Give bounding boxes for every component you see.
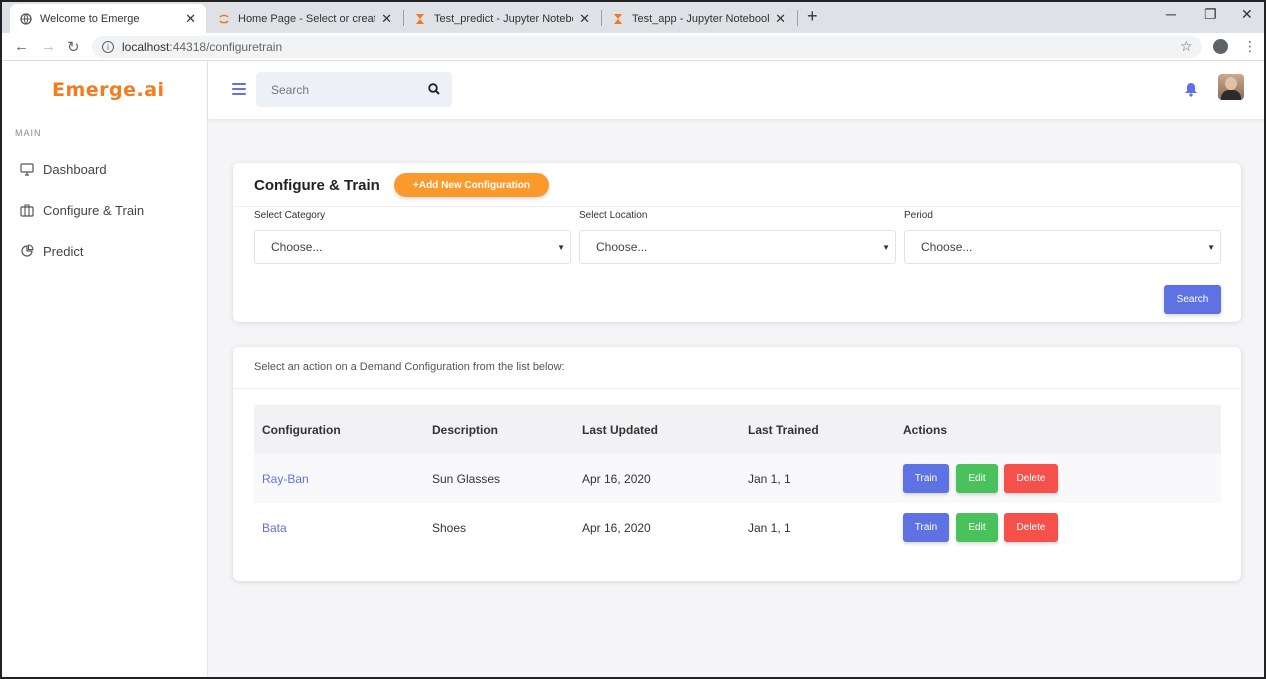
- edit-button[interactable]: Edit: [956, 513, 998, 542]
- sidebar-section-label: MAIN: [15, 128, 42, 138]
- sidebar: Emerge.ai MAIN Dashboard Configure & Tra…: [2, 61, 208, 677]
- monitor-icon: [19, 161, 35, 177]
- tab-title: Welcome to Emerge: [40, 12, 140, 25]
- table-row: Bata Shoes Apr 16, 2020 Jan 1, 1 Train E…: [254, 503, 1221, 552]
- period-select[interactable]: Choose... ▼: [904, 230, 1221, 264]
- notification-bell-icon[interactable]: [1184, 82, 1198, 102]
- tab-title: Test_predict - Jupyter Notebook: [434, 12, 573, 25]
- bookmark-star-icon[interactable]: ☆: [1180, 38, 1193, 55]
- chevron-down-icon: ▼: [1207, 243, 1215, 252]
- close-tab-icon[interactable]: ✕: [775, 11, 786, 27]
- profile-icon[interactable]: [1213, 39, 1228, 54]
- restore-icon[interactable]: ❐: [1204, 6, 1217, 23]
- configuration-list-card: Select an action on a Demand Configurati…: [233, 347, 1241, 581]
- configuration-link[interactable]: Ray-Ban: [262, 472, 309, 486]
- close-tab-icon[interactable]: ✕: [185, 11, 196, 27]
- divider: [233, 206, 1241, 207]
- sidebar-item-configure-train[interactable]: Configure & Train: [19, 202, 144, 218]
- window-close-icon[interactable]: ✕: [1241, 6, 1253, 23]
- browser-tab-bar: Welcome to Emerge ✕ Home Page - Select o…: [2, 2, 1264, 33]
- minimize-icon[interactable]: ─: [1166, 6, 1176, 22]
- column-header-description: Description: [432, 423, 499, 437]
- search-icon[interactable]: [428, 82, 440, 100]
- train-button[interactable]: Train: [903, 513, 949, 542]
- app-logo[interactable]: Emerge.ai: [52, 79, 165, 101]
- hourglass-icon: [612, 13, 624, 25]
- hourglass-icon: [414, 13, 426, 25]
- sidebar-item-label: Predict: [43, 243, 84, 259]
- location-label: Select Location: [579, 210, 648, 221]
- configuration-link[interactable]: Bata: [262, 521, 287, 535]
- user-avatar[interactable]: [1218, 74, 1244, 100]
- browser-menu-icon[interactable]: ⋮: [1243, 38, 1257, 55]
- url-path: :44318/configuretrain: [169, 40, 283, 54]
- tab-title: Test_app - Jupyter Notebook: [632, 12, 770, 25]
- chevron-down-icon: ▼: [557, 243, 565, 252]
- tab-title: Home Page - Select or create a n: [238, 12, 375, 25]
- browser-tab-welcome[interactable]: Welcome to Emerge ✕: [10, 4, 206, 33]
- delete-button[interactable]: Delete: [1004, 464, 1058, 493]
- location-select-value: Choose...: [596, 240, 648, 254]
- app-header: [208, 61, 1264, 119]
- browser-tab-test-app[interactable]: Test_app - Jupyter Notebook ✕: [602, 4, 796, 33]
- browser-tab-home[interactable]: Home Page - Select or create a n ✕: [208, 4, 402, 33]
- close-tab-icon[interactable]: ✕: [381, 11, 392, 27]
- column-header-configuration: Configuration: [262, 423, 341, 437]
- configure-train-card: Configure & Train +Add New Configuration…: [233, 163, 1241, 322]
- new-tab-icon[interactable]: +: [807, 6, 818, 27]
- period-label: Period: [904, 210, 933, 221]
- column-header-last-trained: Last Trained: [748, 423, 819, 437]
- list-intro-text: Select an action on a Demand Configurati…: [254, 361, 565, 373]
- last-updated-cell: Apr 16, 2020: [582, 521, 651, 535]
- pie-chart-icon: [19, 243, 35, 259]
- category-label: Select Category: [254, 210, 326, 221]
- category-select-value: Choose...: [271, 240, 323, 254]
- sidebar-item-label: Configure & Train: [43, 202, 145, 218]
- last-trained-cell: Jan 1, 1: [748, 472, 791, 486]
- globe-icon: [20, 12, 32, 25]
- delete-button[interactable]: Delete: [1004, 513, 1058, 542]
- chevron-down-icon: ▼: [882, 243, 890, 252]
- header-search: [256, 72, 452, 107]
- train-button[interactable]: Train: [903, 464, 949, 493]
- back-arrow-icon[interactable]: ←: [14, 38, 29, 55]
- period-select-value: Choose...: [921, 240, 973, 254]
- jupyter-logo-icon: [218, 13, 230, 25]
- description-cell: Shoes: [432, 521, 467, 535]
- last-updated-cell: Apr 16, 2020: [582, 472, 651, 486]
- tab-separator: [797, 10, 798, 26]
- menu-toggle-icon[interactable]: [232, 83, 246, 95]
- url-host: localhost: [122, 40, 170, 54]
- table-row: Ray-Ban Sun Glasses Apr 16, 2020 Jan 1, …: [254, 454, 1221, 503]
- category-select[interactable]: Choose... ▼: [254, 230, 571, 264]
- column-header-actions: Actions: [903, 423, 948, 437]
- description-cell: Sun Glasses: [432, 472, 501, 486]
- close-tab-icon[interactable]: ✕: [579, 11, 590, 27]
- url-field[interactable]: i localhost:44318/configuretrain: [92, 36, 1202, 58]
- search-input[interactable]: [256, 72, 416, 107]
- column-header-last-updated: Last Updated: [582, 423, 659, 437]
- site-info-icon[interactable]: i: [102, 41, 114, 53]
- browser-address-bar: ← → ↻ i localhost:44318/configuretrain ☆…: [2, 33, 1264, 61]
- search-button[interactable]: Search: [1164, 285, 1221, 314]
- divider: [233, 388, 1241, 389]
- card-title: Configure & Train: [254, 177, 380, 194]
- reload-icon[interactable]: ↻: [67, 38, 80, 56]
- last-trained-cell: Jan 1, 1: [748, 521, 791, 535]
- sidebar-item-predict[interactable]: Predict: [19, 243, 83, 259]
- edit-button[interactable]: Edit: [956, 464, 998, 493]
- sidebar-item-dashboard[interactable]: Dashboard: [19, 161, 107, 177]
- forward-arrow-icon[interactable]: →: [41, 38, 56, 55]
- browser-tab-test-predict[interactable]: Test_predict - Jupyter Notebook ✕: [404, 4, 600, 33]
- table-header: Configuration Description Last Updated L…: [254, 405, 1221, 454]
- sidebar-item-label: Dashboard: [43, 161, 107, 177]
- location-select[interactable]: Choose... ▼: [579, 230, 896, 264]
- briefcase-icon: [19, 202, 35, 218]
- app-window: Welcome to Emerge ✕ Home Page - Select o…: [0, 0, 1266, 679]
- add-new-configuration-button[interactable]: +Add New Configuration: [394, 173, 549, 197]
